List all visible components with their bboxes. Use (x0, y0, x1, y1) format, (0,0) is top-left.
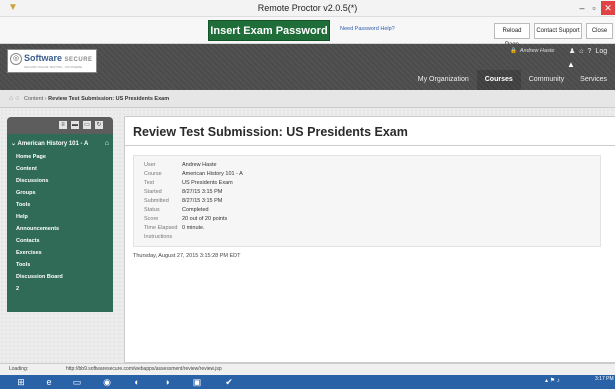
detail-row: Submitted 8/27/15 3:15 PM (144, 198, 223, 204)
breadcrumb-current: Review Test Submission: US Presidents Ex… (48, 96, 170, 102)
proctor-app-icon[interactable]: ✔ (222, 376, 236, 388)
logo-tagline: SECURE ONLINE TESTING · ANYWHERE (24, 65, 83, 69)
reload-page-button[interactable]: Reload Page (494, 23, 530, 48)
title-divider (125, 145, 615, 146)
taskbar: ⊞ e ▭ ◉ ◐ ◑ ▣ ✔ ▴ ⚑ ♪ 3:17 PM (0, 375, 615, 389)
course-menu-toolbar: ≡ ▬ ▭ ↻ (7, 117, 113, 134)
person-icon[interactable]: ♟ (569, 48, 575, 55)
header-icon-bar: ♟ ⌂? Log (569, 47, 611, 55)
window-title: Remote Proctor v2.0.5(*) (257, 3, 358, 13)
breadcrumb-separator: › (44, 96, 47, 102)
tab-my-organization[interactable]: My Organization (410, 70, 477, 90)
course-menu-item-announcements[interactable]: Announcements (16, 226, 59, 232)
window-app-icon[interactable]: ▣ (190, 376, 204, 388)
detail-row: Status Completed (144, 207, 209, 213)
detail-row: Test US Presidents Exam (144, 180, 233, 186)
lock-icon: 🔒 (510, 48, 517, 54)
detail-row: Instructions (144, 234, 173, 240)
window-icon[interactable]: ▭ (83, 121, 91, 129)
course-menu-item-groups[interactable]: Groups (16, 190, 36, 196)
submission-details: User Andrew Haste Course American History … (133, 155, 601, 247)
user-menu[interactable]: 🔒 Andrew Haste (510, 48, 554, 54)
main-nav: My Organization Courses Community Servic… (410, 70, 615, 90)
course-menu-item-tools-2[interactable]: Tools (16, 262, 30, 268)
logo-text: Software SECURE (24, 53, 93, 63)
breadcrumb-home-icon[interactable]: ⌂ ○ (9, 90, 19, 108)
page-title: Review Test Submission: US Presidents Ex… (133, 125, 408, 139)
media-icon[interactable]: ◐ (130, 376, 144, 388)
tray-flag-icon[interactable]: ⚑ (550, 378, 555, 384)
breadcrumb: ⌂ ○ Content › Review Test Submission: US… (0, 90, 615, 108)
course-menu-item-2[interactable]: 2 (16, 286, 19, 292)
password-help-link[interactable]: Need Password Help? (340, 26, 395, 32)
course-menu-item-home-page[interactable]: Home Page (16, 154, 46, 160)
logout-link[interactable]: Log (595, 48, 607, 55)
app-icon[interactable]: ◑ (160, 376, 174, 388)
close-button[interactable]: Close (586, 23, 613, 39)
folder-icon[interactable]: ▬ (71, 121, 79, 129)
breadcrumb-content-link[interactable]: Content (24, 96, 43, 102)
course-menu-item-exercises[interactable]: Exercises (16, 250, 42, 256)
course-menu-item-help[interactable]: Help (16, 214, 28, 220)
course-menu-item-tools[interactable]: Tools (16, 202, 30, 208)
insert-exam-password-button[interactable]: Insert Exam Password (208, 20, 330, 41)
detail-row: Score 20 out of 20 points (144, 216, 228, 222)
detail-row: Course American History 101 - A (144, 171, 243, 177)
refresh-icon[interactable]: ↻ (95, 121, 103, 129)
content-panel: Review Test Submission: US Presidents Ex… (124, 116, 615, 363)
tab-courses[interactable]: Courses (476, 70, 521, 90)
system-tray: ▴ ⚑ ♪ (545, 377, 560, 384)
status-url: http://bb9.softwaresecure.com/webapps/as… (66, 366, 222, 372)
window-title-bar: ▼ Remote Proctor v2.0.5(*) – ▫ ✕ (0, 0, 615, 17)
submission-date: Thursday, August 27, 2015 3:15:28 PM EDT (133, 253, 241, 259)
course-menu-item-contacts[interactable]: Contacts (16, 238, 40, 244)
logo-globe-icon: ◎ (10, 53, 22, 65)
chrome-icon[interactable]: ◉ (100, 376, 114, 388)
tray-volume-icon[interactable]: ♪ (557, 378, 560, 384)
home-icon[interactable]: ⌂ (579, 48, 583, 55)
maximize-button[interactable]: ▫ (589, 1, 599, 15)
software-secure-logo[interactable]: ◎ Software SECURE SECURE ONLINE TESTING … (7, 49, 97, 73)
clock[interactable]: 3:17 PM (595, 376, 614, 382)
course-menu-item-discussions[interactable]: Discussions (16, 178, 48, 184)
course-title[interactable]: ⌄ American History 101 - A ⌂ (7, 137, 113, 151)
internet-explorer-icon[interactable]: e (42, 376, 56, 388)
tray-up-arrow-icon[interactable]: ▴ (545, 378, 548, 384)
menu-list-icon[interactable]: ≡ (59, 121, 67, 129)
course-menu-item-discussion-board[interactable]: Discussion Board (16, 274, 63, 280)
minimize-button[interactable]: – (577, 1, 587, 15)
detail-row: User Andrew Haste (144, 162, 217, 168)
tab-services[interactable]: Services (572, 70, 615, 90)
file-explorer-icon[interactable]: ▭ (70, 376, 84, 388)
tab-community[interactable]: Community (521, 70, 572, 90)
proctor-toolbar: Insert Exam Password Need Password Help?… (0, 17, 615, 48)
mouse-cursor-icon: ▲ (567, 60, 575, 69)
help-icon[interactable]: ? (588, 48, 592, 55)
site-header: ◎ Software SECURE SECURE ONLINE TESTING … (0, 44, 615, 90)
status-bar: Loading: http://bb9.softwaresecure.com/w… (0, 363, 615, 375)
detail-row: Time Elapsed 0 minute. (144, 225, 205, 231)
course-menu-item-content[interactable]: Content (16, 166, 37, 172)
course-home-icon[interactable]: ⌂ (105, 137, 109, 151)
user-name: Andrew Haste (519, 48, 555, 54)
contact-support-button[interactable]: Contact Support (534, 23, 582, 39)
detail-row: Started 8/27/15 3:15 PM (144, 189, 223, 195)
window-close-button[interactable]: ✕ (601, 1, 615, 15)
course-menu: ⌄ American History 101 - A ⌂ Home Page C… (7, 134, 113, 312)
windows-start-icon[interactable]: ⊞ (14, 376, 28, 388)
status-loading: Loading: (9, 366, 29, 372)
